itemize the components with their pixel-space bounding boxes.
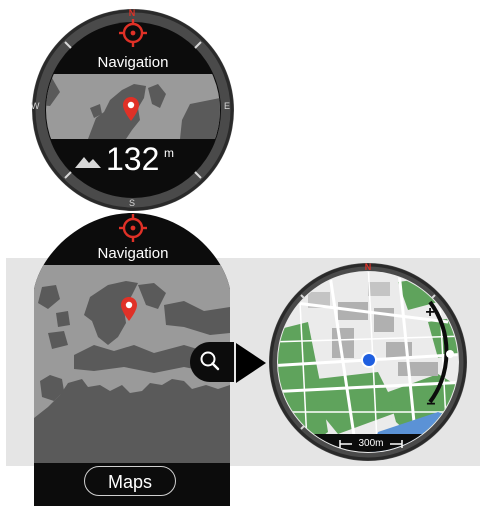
zoom-in-button[interactable]: +	[423, 304, 437, 322]
mountain-icon	[75, 154, 101, 168]
arrow-right-icon	[236, 343, 266, 383]
current-location-dot-icon	[359, 350, 379, 370]
scale-bar: 300m	[338, 437, 404, 451]
altitude-unit: m	[164, 146, 174, 160]
zoom-magnifier-icon	[199, 350, 221, 372]
compass-west-label: W	[31, 101, 40, 111]
compass-east-label: E	[224, 101, 231, 111]
crosshair-icon	[118, 213, 148, 243]
scale-label: 300m	[358, 438, 384, 449]
altitude-value: 132	[106, 141, 160, 177]
crosshair-icon	[118, 18, 148, 48]
location-pin-icon	[120, 296, 138, 322]
compass-north-label: N	[128, 8, 136, 18]
zoom-out-button[interactable]: −	[424, 396, 438, 414]
location-pin-icon	[122, 96, 140, 122]
maps-button[interactable]: Maps	[84, 466, 176, 496]
compass-south-label: S	[128, 198, 135, 208]
nav-header-title: Navigation	[97, 245, 169, 262]
watch-header-title: Navigation	[97, 54, 169, 71]
map-north-marker: N	[364, 262, 372, 272]
